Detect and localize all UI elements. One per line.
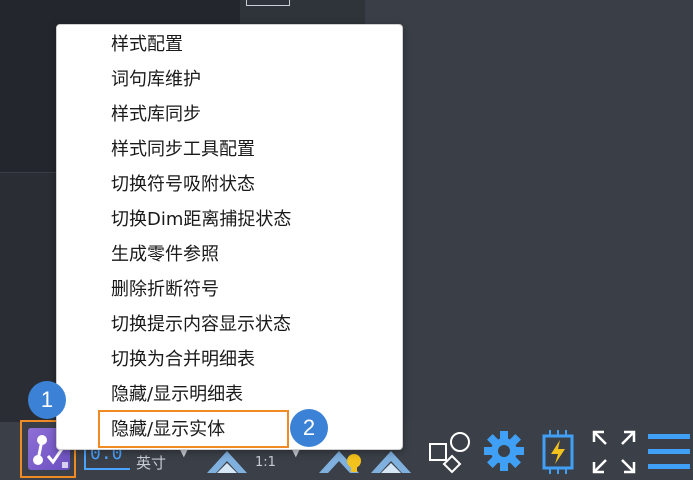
hamburger-menu-icon[interactable]: [648, 432, 690, 476]
menu-item-delete-break-symbol[interactable]: 删除折断符号: [111, 275, 219, 305]
menu-item-switch-merged-bom[interactable]: 切换为合并明细表: [111, 345, 255, 375]
menu-item-generate-part-reference[interactable]: 生成零件参照: [111, 240, 219, 270]
menu-item-toggle-dim-snap[interactable]: 切换Dim距离捕捉状态: [111, 205, 291, 235]
menu-item-style-config[interactable]: 样式配置: [111, 30, 183, 60]
menu-item-toggle-tooltip-display[interactable]: 切换提示内容显示状态: [111, 310, 291, 340]
unit-label[interactable]: 英寸: [136, 452, 166, 473]
target-item-highlight: [98, 410, 289, 448]
step-1-badge: 1: [28, 381, 66, 419]
hardware-acceleration-icon[interactable]: [538, 430, 578, 478]
menu-item-toggle-symbol-snap[interactable]: 切换符号吸附状态: [111, 170, 255, 200]
annotation-ratio[interactable]: 1:1: [255, 455, 276, 470]
menu-item-toggle-bom-visibility[interactable]: 隐藏/显示明细表: [111, 380, 243, 410]
menu-item-style-sync-tool-config[interactable]: 样式同步工具配置: [111, 135, 255, 165]
gear-icon[interactable]: [483, 430, 525, 476]
step-2-badge: 2: [290, 409, 328, 447]
auto-scale-icon[interactable]: [368, 447, 414, 480]
menu-item-phrase-library[interactable]: 词句库维护: [111, 65, 201, 95]
fullscreen-icon[interactable]: [592, 430, 636, 478]
menu-item-style-library-sync[interactable]: 样式库同步: [111, 100, 201, 130]
shapes-icon[interactable]: [428, 430, 472, 478]
viewport-frame: [246, 0, 290, 6]
drawing-canvas[interactable]: [365, 0, 693, 425]
annotation-visibility-icon[interactable]: [316, 447, 368, 480]
annotation-scale-icon[interactable]: [204, 447, 250, 480]
plugin-context-menu: 样式配置 词句库维护 样式库同步 样式同步工具配置 切换符号吸附状态 切换Dim…: [56, 24, 403, 450]
